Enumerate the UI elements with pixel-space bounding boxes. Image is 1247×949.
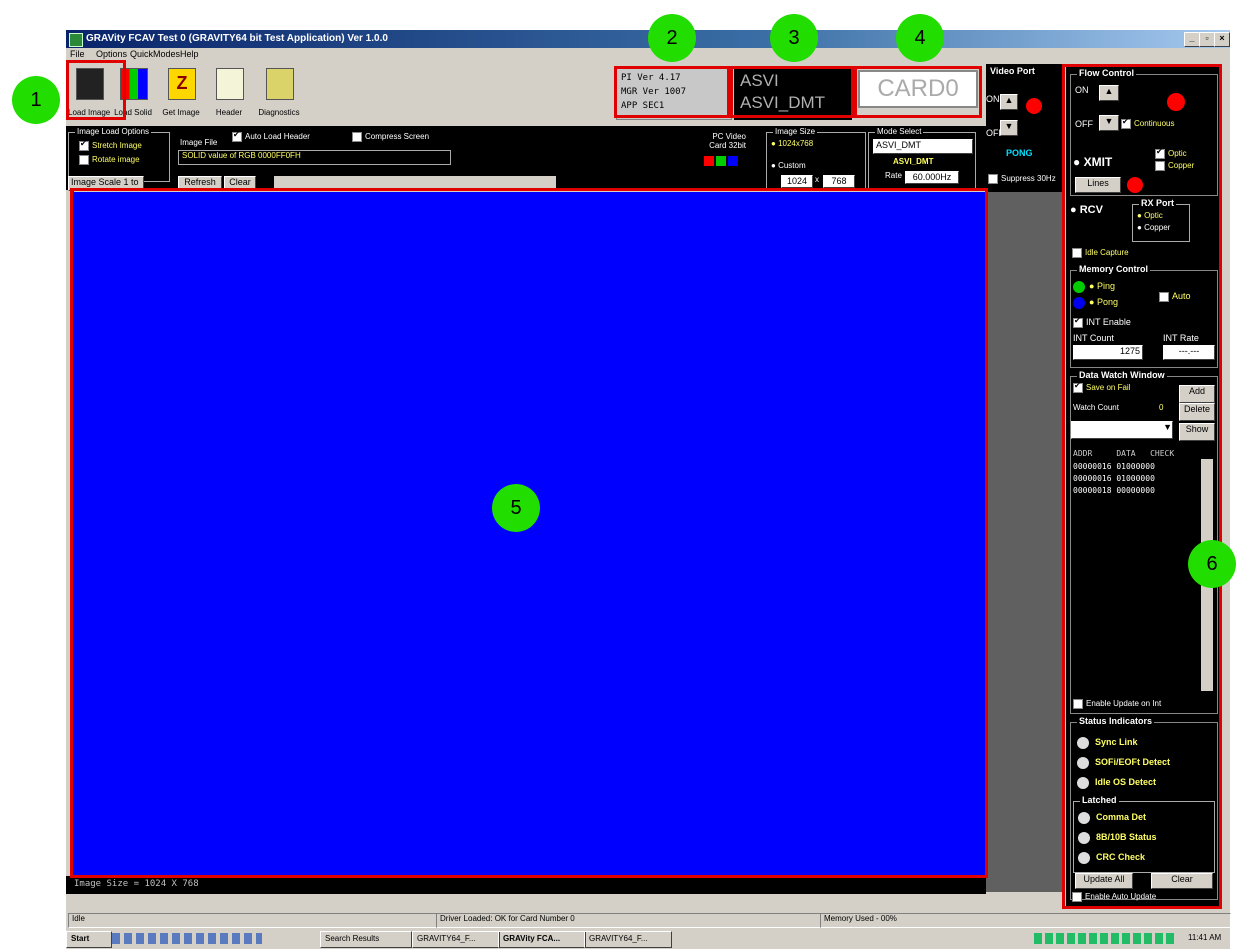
size-x-label: x xyxy=(815,175,819,184)
callout-box-1 xyxy=(66,60,126,120)
suppress-checkbox[interactable]: Suppress 30Hz xyxy=(988,174,1056,184)
pong-label: PONG xyxy=(1006,148,1033,158)
callout-badge-6: 6 xyxy=(1188,540,1236,588)
size-custom-radio[interactable]: ● Custom xyxy=(771,161,806,170)
image-size-info: Image Size = 1024 X 768 xyxy=(66,876,986,894)
auto-load-header-checkbox[interactable]: Auto Load Header xyxy=(232,130,310,142)
image-options-bar: Image Load Options Stretch Image Rotate … xyxy=(66,126,986,197)
callout-box-2 xyxy=(614,66,730,118)
taskbar: Start Search Results GRAVITY64_F... GRAV… xyxy=(66,929,1230,949)
stretch-image-checkbox[interactable]: Stretch Image xyxy=(79,139,142,151)
image-file-field[interactable]: SOLID value of RGB 0000FF0FH xyxy=(178,150,451,165)
custom-width-field[interactable]: 1024 xyxy=(781,175,813,188)
video-up-button[interactable]: ▲ xyxy=(1000,94,1018,110)
custom-height-field[interactable]: 768 xyxy=(823,175,855,188)
menu-file[interactable]: File xyxy=(70,49,85,59)
minimize-button[interactable]: _ xyxy=(1184,32,1200,47)
pc-video-label: PC Video Card 32bit xyxy=(709,132,746,150)
get-image-button[interactable]: Z Get Image xyxy=(160,66,202,120)
mode-select-group: Mode Select ASVI_DMT ASVI_DMT Rate 60.00… xyxy=(868,127,976,190)
image-size-group: Image Size ● 1024x768 ● Custom 1024 x 76… xyxy=(766,127,866,190)
callout-badge-1: 1 xyxy=(12,76,60,124)
system-tray-icons[interactable] xyxy=(1034,933,1174,944)
callout-badge-3: 3 xyxy=(770,14,818,62)
get-image-icon: Z xyxy=(168,68,196,100)
window-title: GRAVity FCAV Test 0 (GRAVITY64 bit Test … xyxy=(86,33,388,44)
callout-box-6 xyxy=(1062,64,1222,909)
callout-badge-2: 2 xyxy=(648,14,696,62)
status-driver: Driver Loaded: OK for Card Number 0 xyxy=(436,913,821,928)
image-size-legend: Image Size xyxy=(773,127,818,136)
image-load-options-group: Image Load Options Stretch Image Rotate … xyxy=(68,127,170,182)
quick-launch-icons[interactable] xyxy=(112,933,262,944)
blue-swatch xyxy=(728,156,738,166)
canvas-margin xyxy=(985,192,1062,892)
compress-screen-checkbox[interactable]: Compress Screen xyxy=(352,132,429,142)
video-port-led xyxy=(1026,98,1042,114)
get-image-label: Get Image xyxy=(162,108,200,117)
taskbar-item-gravity1[interactable]: GRAVITY64_F... xyxy=(412,931,500,948)
red-swatch xyxy=(704,156,714,166)
clock: 11:41 AM xyxy=(1188,933,1222,942)
mode-name-label: ASVI_DMT xyxy=(893,157,934,166)
video-down-button[interactable]: ▼ xyxy=(1000,120,1018,136)
start-button[interactable]: Start xyxy=(66,931,112,948)
mode-select-dropdown[interactable]: ASVI_DMT xyxy=(873,139,973,154)
header-icon xyxy=(216,68,244,100)
rate-field[interactable]: 60.000Hz xyxy=(905,171,959,184)
mode-select-legend: Mode Select xyxy=(875,127,924,136)
image-load-options-legend: Image Load Options xyxy=(75,127,152,136)
callout-badge-4: 4 xyxy=(896,14,944,62)
diagnostics-icon xyxy=(266,68,294,100)
taskbar-item-gravity-active[interactable]: GRAVity FCA... xyxy=(498,931,586,948)
video-port-panel: Video Port ON OFF ▲ ▼ PONG Suppress 30Hz xyxy=(986,64,1064,192)
menu-help[interactable]: Help xyxy=(180,49,199,59)
menu-bar: File Options QuickModes Help xyxy=(66,48,1230,62)
close-button[interactable]: × xyxy=(1214,32,1230,47)
taskbar-item-gravity2[interactable]: GRAVITY64_F... xyxy=(584,931,672,948)
menu-quickmodes[interactable]: QuickModes xyxy=(130,49,180,59)
image-size-text: Image Size = 1024 X 768 xyxy=(74,879,199,889)
video-port-legend: Video Port xyxy=(990,66,1035,76)
diagnostics-label: Diagnostics xyxy=(258,108,300,117)
video-on-label: ON xyxy=(986,94,1000,104)
callout-box-4 xyxy=(854,66,982,118)
diagnostics-button[interactable]: Diagnostics xyxy=(258,66,300,120)
maximize-button[interactable]: ▫ xyxy=(1199,32,1215,47)
green-swatch xyxy=(716,156,726,166)
status-memory: Memory Used - 00% xyxy=(820,913,1231,928)
status-bar: Idle Driver Loaded: OK for Card Number 0… xyxy=(66,912,1231,928)
taskbar-item-search[interactable]: Search Results xyxy=(320,931,412,948)
header-button[interactable]: Header xyxy=(208,66,250,120)
callout-box-5 xyxy=(70,188,988,878)
header-label: Header xyxy=(215,108,243,117)
image-file-label: Image File xyxy=(180,138,218,147)
rate-label: Rate xyxy=(885,171,902,180)
callout-badge-5: 5 xyxy=(492,484,540,532)
menu-options[interactable]: Options xyxy=(96,49,127,59)
size-1024-radio[interactable]: ● 1024x768 xyxy=(771,139,813,148)
rotate-image-checkbox[interactable]: Rotate image xyxy=(79,155,140,165)
status-idle: Idle xyxy=(68,913,437,928)
app-icon xyxy=(69,33,83,47)
callout-box-3 xyxy=(730,66,854,118)
